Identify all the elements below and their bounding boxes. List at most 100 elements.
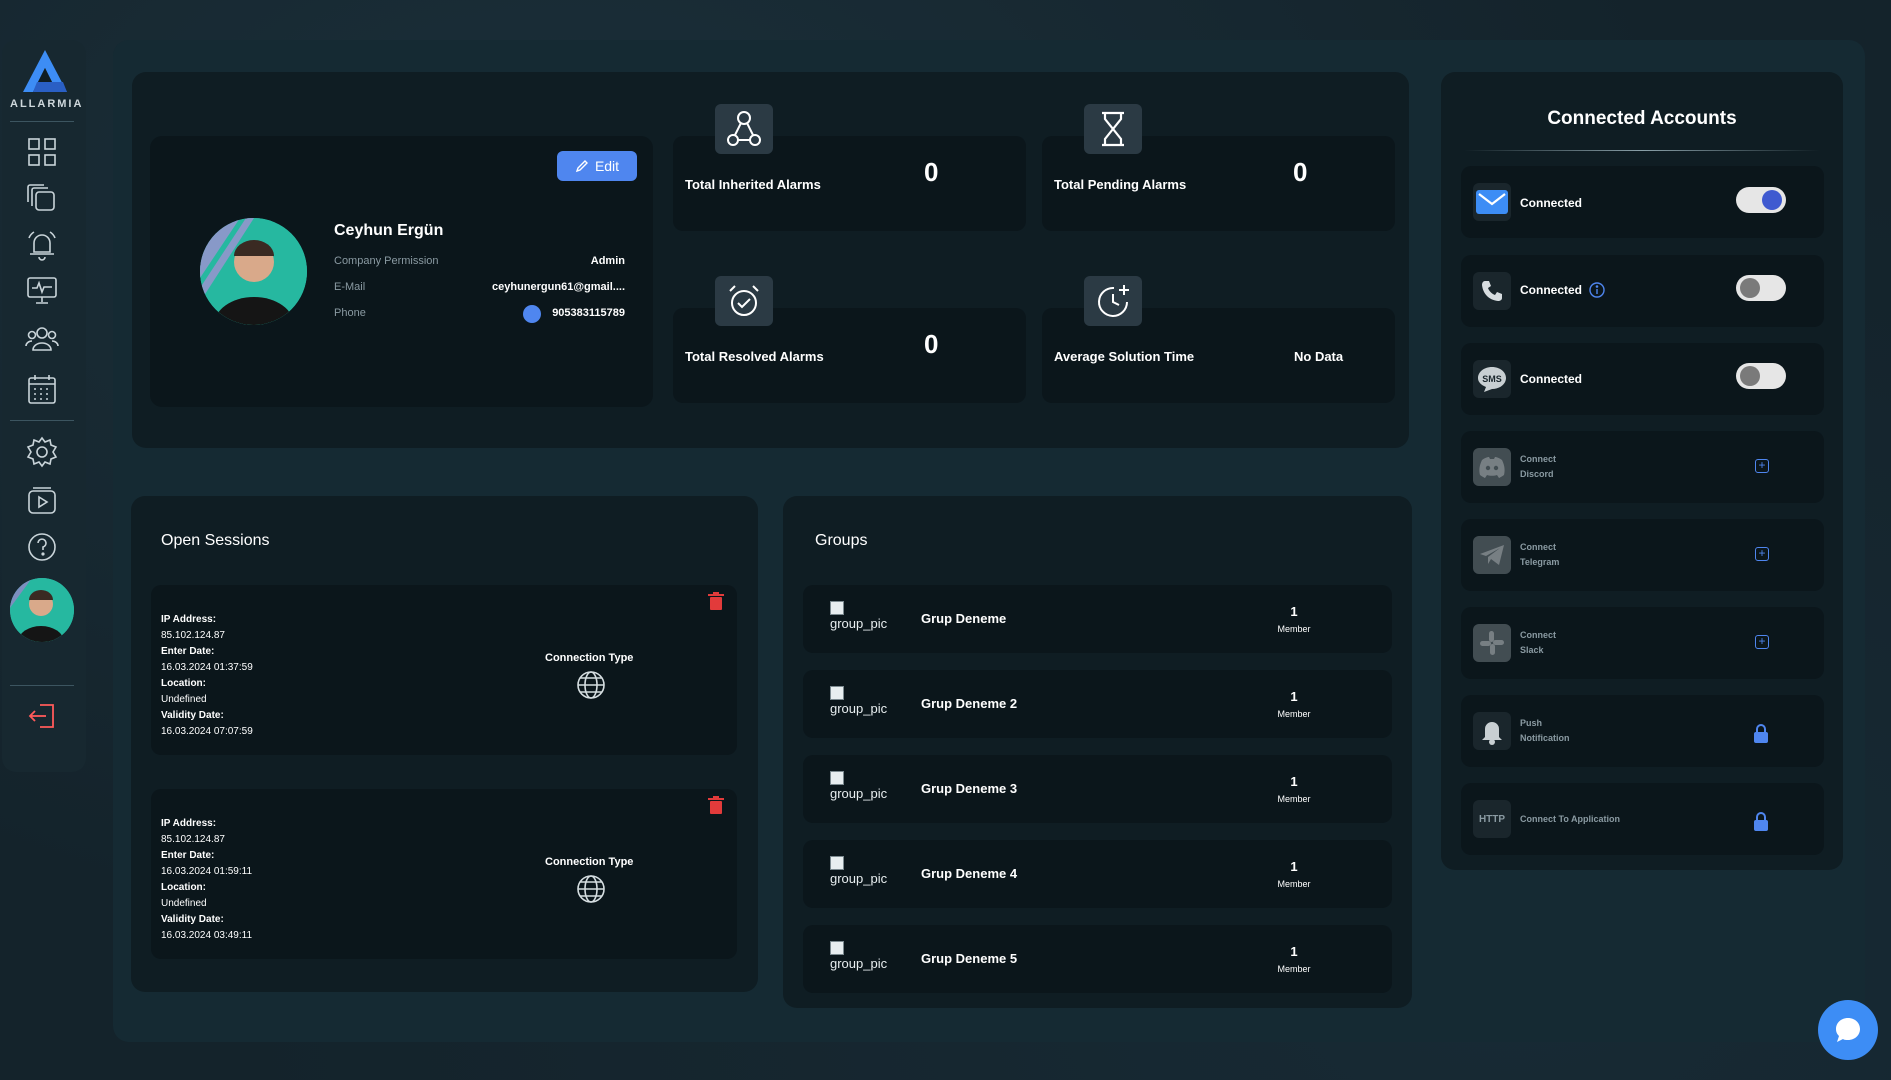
connection-type-label: Connection Type bbox=[545, 856, 634, 868]
sms-toggle[interactable] bbox=[1736, 363, 1786, 389]
connect-discord-button[interactable]: + bbox=[1755, 459, 1769, 473]
layers-icon bbox=[27, 184, 55, 211]
sidebar-item-users[interactable] bbox=[22, 319, 62, 359]
connection-type-label: Connection Type bbox=[545, 652, 634, 664]
svg-text:SMS: SMS bbox=[1482, 374, 1502, 384]
ip-label: IP Address: bbox=[161, 614, 217, 625]
logo[interactable]: ALLARMIA bbox=[10, 48, 84, 110]
sessions-title: Open Sessions bbox=[161, 532, 270, 549]
telegram-icon bbox=[1473, 536, 1511, 574]
delete-session-button[interactable] bbox=[708, 796, 724, 814]
group-row[interactable] bbox=[803, 925, 1392, 993]
stat-label: Total Inherited Alarms bbox=[685, 177, 821, 192]
sidebar-item-logout[interactable] bbox=[22, 696, 62, 736]
permission-label: Company Permission bbox=[334, 255, 439, 267]
group-name: Grup Deneme 3 bbox=[921, 781, 1018, 796]
avatar bbox=[200, 218, 307, 325]
logo-icon bbox=[23, 50, 67, 92]
enter-label: Enter Date: bbox=[161, 646, 215, 657]
group-pic: group_pic bbox=[830, 856, 887, 886]
ip-label: IP Address: bbox=[161, 818, 217, 829]
group-name: Grup Deneme 2 bbox=[921, 696, 1018, 711]
edit-label: Edit bbox=[594, 158, 620, 174]
group-member-count: 1 bbox=[1290, 944, 1298, 959]
location-label: Location: bbox=[161, 678, 206, 689]
http-icon: HTTP bbox=[1473, 800, 1511, 838]
profile-name: Ceyhun Ergün bbox=[334, 222, 444, 239]
delete-session-button[interactable] bbox=[708, 592, 724, 610]
bell-icon bbox=[1473, 712, 1511, 750]
account-row-push bbox=[1461, 695, 1824, 767]
sidebar-item-monitoring[interactable] bbox=[22, 271, 62, 311]
account-row-discord bbox=[1461, 431, 1824, 503]
sidebar-divider bbox=[10, 121, 74, 122]
account-label: Connect Discord bbox=[1520, 454, 1556, 479]
alarm-check-icon bbox=[715, 276, 773, 326]
discord-icon bbox=[1473, 448, 1511, 486]
validity-value: 16.03.2024 07:07:59 bbox=[161, 726, 253, 737]
accounts-divider bbox=[1464, 150, 1820, 151]
enter-label: Enter Date: bbox=[161, 850, 215, 861]
globe-icon bbox=[577, 671, 605, 699]
group-member-count: 1 bbox=[1290, 859, 1298, 874]
member-label: Member bbox=[1277, 794, 1311, 804]
sidebar-item-help[interactable] bbox=[22, 527, 62, 567]
group-member-count: 1 bbox=[1290, 604, 1298, 619]
chat-button[interactable] bbox=[1818, 1000, 1878, 1060]
slack-icon bbox=[1473, 624, 1511, 662]
location-value: Undefined bbox=[161, 898, 207, 909]
sidebar-item-projects[interactable] bbox=[22, 179, 62, 219]
stat-value: No Data bbox=[1294, 349, 1344, 364]
accounts-title: Connected Accounts bbox=[1547, 108, 1737, 129]
logo-text: ALLARMIA bbox=[10, 98, 84, 110]
mail-icon bbox=[1473, 183, 1511, 221]
sidebar-item-media[interactable] bbox=[22, 480, 62, 520]
question-icon bbox=[28, 533, 56, 561]
group-row[interactable] bbox=[803, 755, 1392, 823]
stat-label: Total Pending Alarms bbox=[1054, 177, 1187, 192]
account-label: Connected bbox=[1520, 196, 1583, 210]
sidebar-avatar[interactable] bbox=[10, 578, 74, 642]
enter-value: 16.03.2024 01:59:11 bbox=[161, 866, 253, 877]
account-label: Push Notification bbox=[1520, 718, 1570, 743]
sidebar-item-settings[interactable] bbox=[22, 432, 62, 472]
group-row[interactable] bbox=[803, 670, 1392, 738]
location-label: Location: bbox=[161, 882, 206, 893]
lock-icon[interactable] bbox=[1753, 812, 1769, 832]
sidebar-item-dashboard[interactable] bbox=[22, 132, 62, 172]
enter-value: 16.03.2024 01:37:59 bbox=[161, 662, 253, 673]
group-member-count: 1 bbox=[1290, 689, 1298, 704]
connect-slack-button[interactable]: + bbox=[1755, 635, 1769, 649]
account-row-slack bbox=[1461, 607, 1824, 679]
account-label: Connect To Application bbox=[1520, 814, 1620, 824]
sidebar-item-calendar[interactable] bbox=[22, 369, 62, 409]
profile-avatar bbox=[200, 218, 307, 325]
mail-toggle[interactable] bbox=[1736, 187, 1786, 213]
monitor-icon bbox=[27, 277, 57, 304]
ip-value: 85.102.124.87 bbox=[161, 630, 225, 641]
member-label: Member bbox=[1277, 964, 1311, 974]
info-icon[interactable] bbox=[1589, 282, 1605, 298]
phone-value: 905383115789 bbox=[552, 307, 625, 319]
group-row[interactable] bbox=[803, 840, 1392, 908]
phone-label: Phone bbox=[334, 307, 366, 319]
phone-toggle[interactable] bbox=[1736, 275, 1786, 301]
group-name: Grup Deneme bbox=[921, 611, 1007, 626]
account-label: Connect Telegram bbox=[1520, 542, 1560, 567]
email-value: ceyhunergun61@gmail.... bbox=[492, 281, 625, 293]
verified-icon bbox=[523, 305, 541, 323]
edit-profile-button[interactable]: Edit bbox=[557, 151, 637, 181]
clock-plus-icon bbox=[1084, 276, 1142, 326]
phone-icon bbox=[1473, 272, 1511, 310]
sidebar-divider bbox=[10, 420, 74, 421]
group-member-count: 1 bbox=[1290, 774, 1298, 789]
logout-icon bbox=[28, 704, 54, 728]
account-row-telegram bbox=[1461, 519, 1824, 591]
group-row[interactable] bbox=[803, 585, 1392, 653]
sidebar-item-alarms[interactable] bbox=[22, 225, 62, 265]
group-name: Grup Deneme 5 bbox=[921, 951, 1018, 966]
connect-telegram-button[interactable]: + bbox=[1755, 547, 1769, 561]
lock-icon[interactable] bbox=[1753, 724, 1769, 744]
account-label: Connected bbox=[1520, 372, 1583, 386]
group-pic: group_pic bbox=[830, 771, 887, 801]
